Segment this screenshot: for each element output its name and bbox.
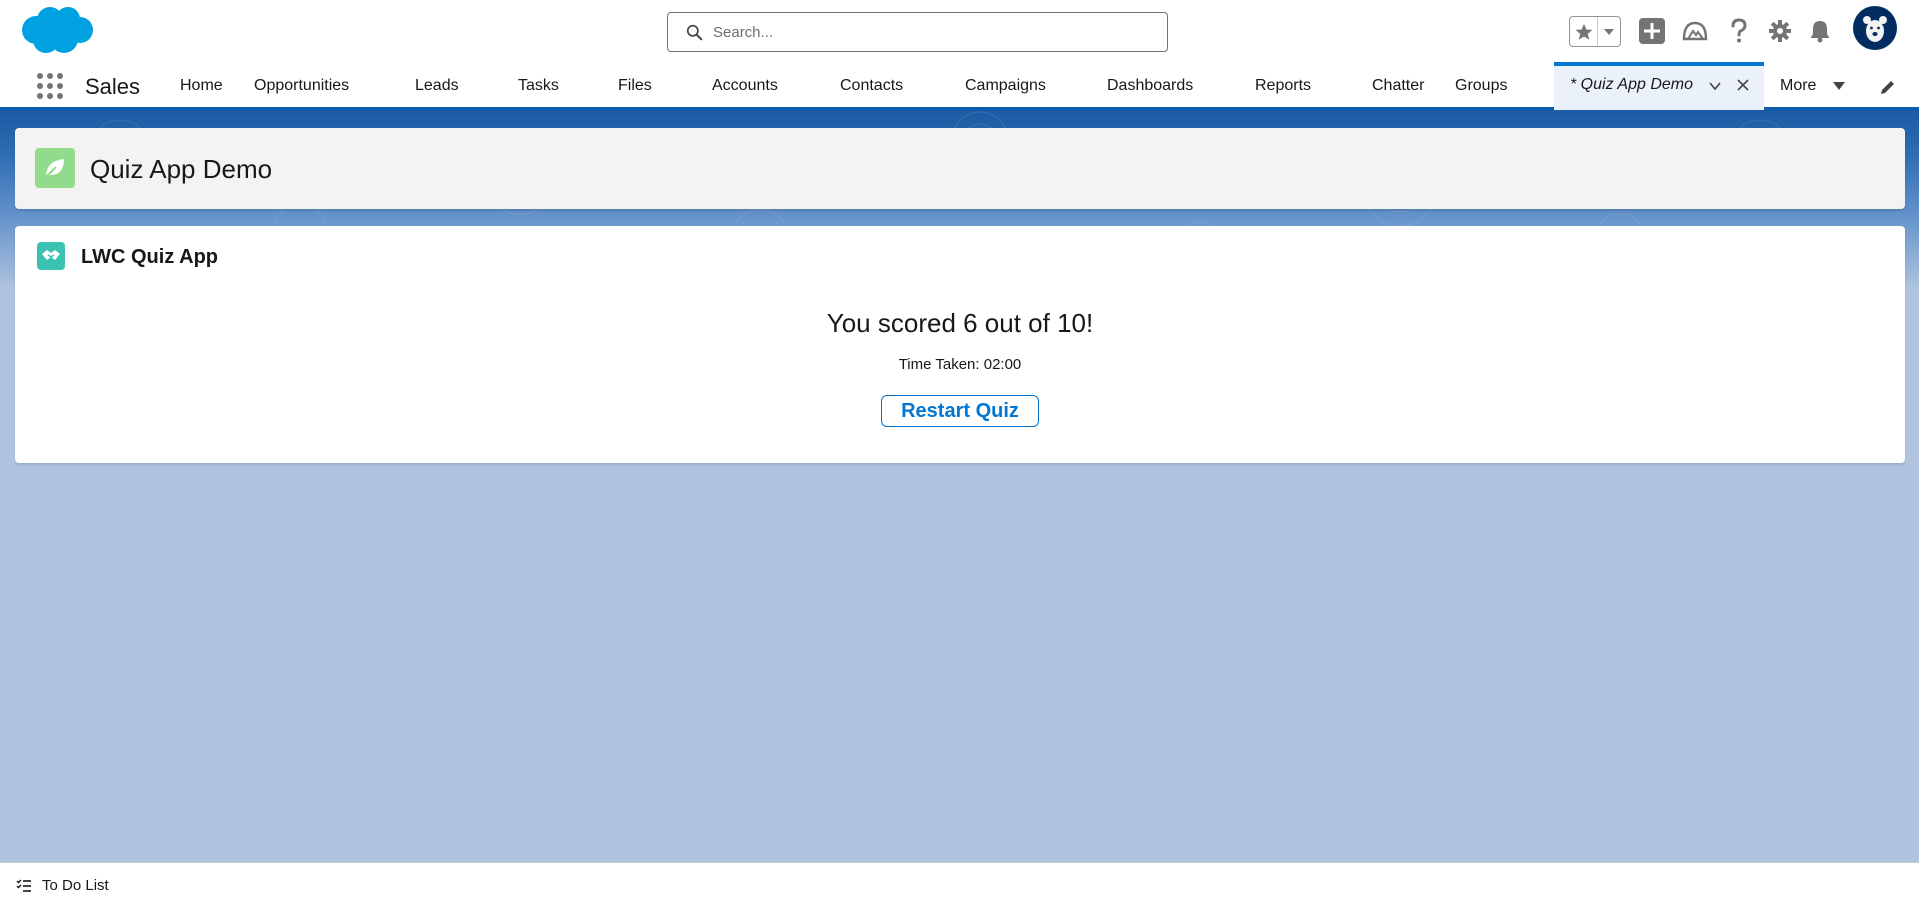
nav-item-label: Home <box>180 77 223 94</box>
help-button[interactable] <box>1723 15 1755 47</box>
avatar-bear-icon <box>1863 16 1887 42</box>
nav-item-label: Files <box>618 77 652 94</box>
nav-item-label: Leads <box>415 77 459 94</box>
score-message: You scored 6 out of 10! <box>826 308 1094 338</box>
nav-item-label: Groups <box>1455 77 1508 94</box>
add-icon <box>1639 18 1665 44</box>
utility-item-todo-list[interactable]: To Do List <box>16 877 109 894</box>
nav-item-label: Accounts <box>712 77 778 94</box>
todo-list-icon <box>16 879 31 892</box>
favorites-button-group <box>1569 16 1621 47</box>
app-navigation-bar: Sales Home Opportunities Leads Tasks Fil… <box>0 62 1919 180</box>
nav-item-leads[interactable]: Leads <box>415 62 459 110</box>
setup-button[interactable] <box>1764 15 1796 47</box>
nav-item-reports[interactable]: Reports <box>1255 62 1311 110</box>
help-icon <box>1731 18 1747 43</box>
bell-icon <box>1810 21 1830 43</box>
nav-item-accounts[interactable]: Accounts <box>712 62 778 110</box>
quiz-card: LWC Quiz App You scored 6 out of 10! Tim… <box>15 226 1905 463</box>
global-actions-button[interactable] <box>1636 15 1668 47</box>
close-tab-icon[interactable] <box>1736 78 1750 92</box>
notifications-button[interactable] <box>1804 15 1836 47</box>
nav-item-campaigns[interactable]: Campaigns <box>965 62 1046 110</box>
utility-item-label: To Do List <box>42 877 109 894</box>
search-icon <box>686 24 703 40</box>
app-name: Sales <box>85 74 141 99</box>
nav-item-label: Campaigns <box>965 77 1046 94</box>
more-label: More <box>1780 77 1817 94</box>
nav-item-groups[interactable]: Groups <box>1455 62 1507 110</box>
utility-bar: To Do List <box>0 862 1919 909</box>
global-header <box>0 0 1919 62</box>
salesforce-logo-icon[interactable] <box>18 6 94 56</box>
nav-item-label: Chatter <box>1372 77 1425 94</box>
app-launcher-grid-icon <box>37 73 63 99</box>
gear-icon <box>1769 20 1791 42</box>
edit-nav-pencil-icon[interactable] <box>1879 78 1897 96</box>
nav-item-label: Tasks <box>518 77 559 94</box>
nav-item-contacts[interactable]: Contacts <box>840 62 903 110</box>
nav-item-label: Reports <box>1255 77 1312 94</box>
tab-label: * Quiz App Demo <box>1570 76 1694 93</box>
caret-down-icon <box>1604 28 1614 35</box>
nav-item-chatter[interactable]: Chatter <box>1372 62 1424 110</box>
page-header: Quiz App Demo <box>15 128 1905 209</box>
chevron-down-icon[interactable] <box>1708 79 1722 93</box>
nav-item-home[interactable]: Home <box>180 62 223 110</box>
page-title: Quiz App Demo <box>90 154 273 184</box>
card-title: LWC Quiz App <box>81 246 219 268</box>
restart-quiz-button[interactable]: Restart Quiz <box>881 395 1039 427</box>
caret-down-icon <box>1833 82 1846 90</box>
app-launcher-button[interactable] <box>36 72 64 100</box>
global-search[interactable] <box>667 12 1168 52</box>
nav-item-label: Contacts <box>840 77 904 94</box>
nav-item-label: Dashboards <box>1107 77 1194 94</box>
handshake-icon <box>37 242 65 270</box>
trailhead-icon <box>1682 21 1708 41</box>
trailhead-button[interactable] <box>1679 15 1711 47</box>
content-background <box>0 110 1919 862</box>
nav-item-tasks[interactable]: Tasks <box>518 62 559 110</box>
nav-item-label: Opportunities <box>254 77 350 94</box>
star-icon <box>1575 23 1592 40</box>
nav-item-opportunities[interactable]: Opportunities <box>254 62 349 110</box>
nav-more-menu[interactable]: More <box>1780 62 1846 110</box>
favorites-dropdown-button[interactable] <box>1598 17 1620 46</box>
user-avatar[interactable] <box>1853 6 1897 50</box>
time-taken: Time Taken: 02:00 <box>898 356 1022 373</box>
nav-item-dashboards[interactable]: Dashboards <box>1107 62 1193 110</box>
favorites-star-button[interactable] <box>1570 17 1598 46</box>
nav-item-files[interactable]: Files <box>618 62 652 110</box>
page-leaf-icon <box>35 148 75 188</box>
tab-quiz-app-demo[interactable]: * Quiz App Demo <box>1554 62 1764 110</box>
search-input[interactable] <box>713 23 1133 41</box>
